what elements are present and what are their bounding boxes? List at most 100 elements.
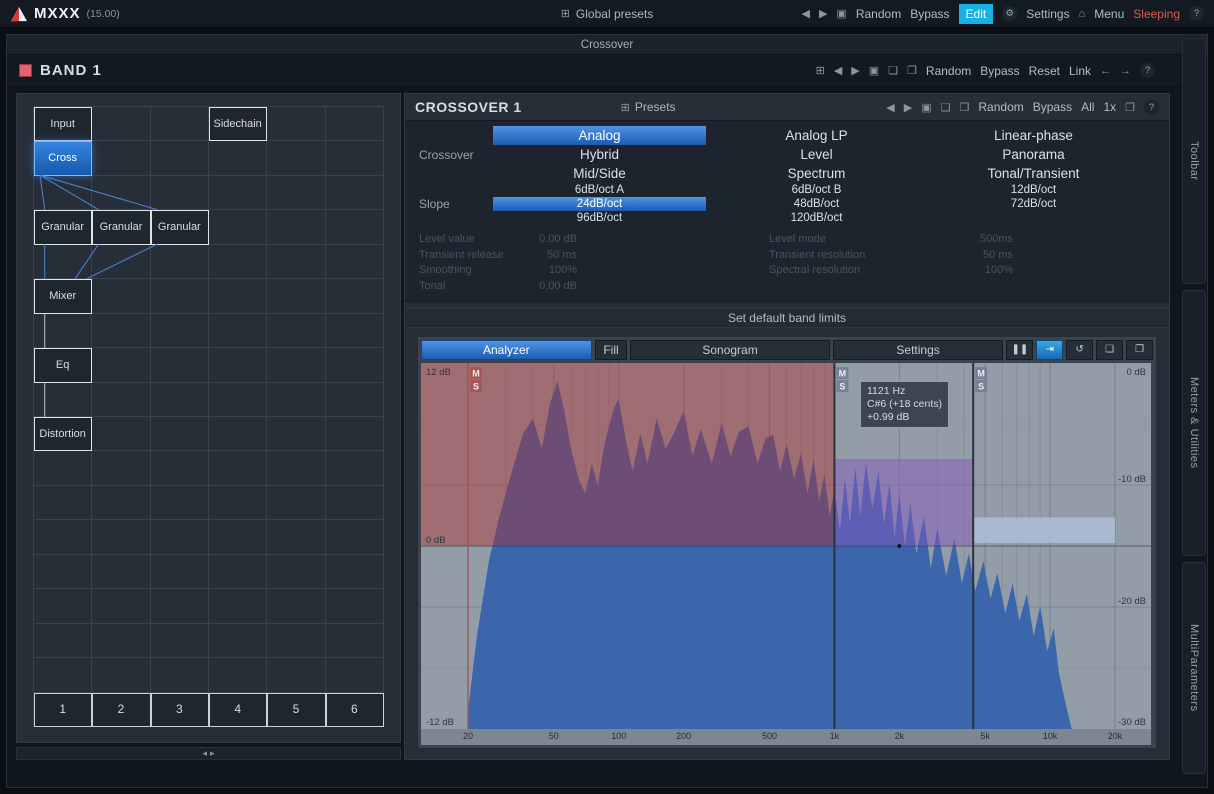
collapse-icon[interactable]: ⇥ xyxy=(1036,340,1063,360)
grid-cell[interactable] xyxy=(326,520,384,554)
grid-cell[interactable] xyxy=(267,210,325,244)
grid-cell[interactable] xyxy=(209,658,267,692)
grid-cell[interactable] xyxy=(151,279,209,313)
grid-cell[interactable] xyxy=(92,451,150,485)
grid-cell[interactable] xyxy=(92,348,150,382)
analyzer-canvas[interactable]: MSMSMS12 dB0 dB-12 dB0 dB-10 dB-20 dB-30… xyxy=(421,363,1151,729)
grid-cell[interactable] xyxy=(326,348,384,382)
grid-cell[interactable] xyxy=(34,451,92,485)
module-granular[interactable]: Granular xyxy=(92,210,150,244)
grid-cell[interactable] xyxy=(151,314,209,348)
grid-cell[interactable] xyxy=(151,555,209,589)
grid-cell[interactable] xyxy=(151,624,209,658)
grid-cell[interactable] xyxy=(34,314,92,348)
grid-cell[interactable] xyxy=(151,451,209,485)
grid-cell[interactable] xyxy=(34,486,92,520)
grid-cell[interactable] xyxy=(34,383,92,417)
random-button[interactable]: Random xyxy=(856,7,901,21)
module-granular[interactable]: Granular xyxy=(34,210,92,244)
option-120db-oct[interactable]: 120dB/oct xyxy=(710,211,923,225)
xo-random-button[interactable]: Random xyxy=(978,100,1023,114)
settings-button[interactable]: Settings xyxy=(1026,7,1069,21)
module-grid-scrollbar[interactable]: ◂ ▸ xyxy=(16,747,401,760)
tab-sonogram[interactable]: Sonogram xyxy=(630,340,829,360)
tab-analyzer[interactable]: Analyzer xyxy=(421,340,592,360)
snapshot-icon[interactable]: ▣ xyxy=(921,101,931,114)
grid-cell[interactable] xyxy=(151,107,209,141)
grid-cell[interactable] xyxy=(209,279,267,313)
xo-bypass-button[interactable]: Bypass xyxy=(1033,100,1072,114)
option-panorama[interactable]: Panorama xyxy=(927,145,1140,164)
grid-cell[interactable] xyxy=(92,141,150,175)
edit-button[interactable]: Edit xyxy=(959,4,994,24)
grid-cell[interactable] xyxy=(151,486,209,520)
copy-icon[interactable]: ❐ xyxy=(1126,340,1153,360)
grid-cell[interactable] xyxy=(151,383,209,417)
save-icon[interactable]: ❏ xyxy=(1096,340,1123,360)
grid-cell[interactable] xyxy=(151,141,209,175)
band-reset-button[interactable]: Reset xyxy=(1029,64,1060,78)
option-96db-oct[interactable]: 96dB/oct xyxy=(493,211,706,225)
sleeping-indicator[interactable]: Sleeping xyxy=(1133,7,1180,21)
grid-cell[interactable] xyxy=(326,210,384,244)
grid-cell[interactable] xyxy=(209,555,267,589)
grid-cell[interactable] xyxy=(151,520,209,554)
option-48db-oct[interactable]: 48dB/oct xyxy=(710,197,923,211)
grid-cell[interactable] xyxy=(209,245,267,279)
grid-cell[interactable] xyxy=(326,176,384,210)
option-level[interactable]: Level xyxy=(710,145,923,164)
help-icon[interactable]: ? xyxy=(1144,100,1159,115)
module-input[interactable]: Input xyxy=(34,107,92,141)
option-6db-oct-a[interactable]: 6dB/oct A xyxy=(493,183,706,197)
module-mixer[interactable]: Mixer xyxy=(34,279,92,313)
option-72db-oct[interactable]: 72dB/oct xyxy=(927,197,1140,211)
crossover-strip[interactable]: Crossover xyxy=(7,35,1207,55)
grid-cell[interactable] xyxy=(209,589,267,623)
grid-cell[interactable] xyxy=(267,520,325,554)
gear-icon[interactable]: ⚙ xyxy=(1002,6,1017,21)
grid-cell[interactable] xyxy=(34,624,92,658)
tab-fill[interactable]: Fill xyxy=(595,340,628,360)
grid-cell[interactable] xyxy=(151,348,209,382)
sidebar-tab-multiparameters[interactable]: MultiParameters xyxy=(1182,562,1206,774)
module-distortion[interactable]: Distortion xyxy=(34,417,92,451)
grid-cell[interactable] xyxy=(267,589,325,623)
grid-cell[interactable] xyxy=(92,279,150,313)
grid-cell[interactable] xyxy=(326,314,384,348)
slot-6[interactable]: 6 xyxy=(326,693,384,727)
grid-cell[interactable] xyxy=(326,624,384,658)
grid-cell[interactable] xyxy=(209,176,267,210)
grid-cell[interactable] xyxy=(326,555,384,589)
grid-cell[interactable] xyxy=(326,383,384,417)
sidebar-tab-meters-utilities[interactable]: Meters & Utilities xyxy=(1182,290,1206,556)
presets-button[interactable]: ⊞ Presets xyxy=(621,100,676,114)
grid-cell[interactable] xyxy=(326,417,384,451)
grid-cell[interactable] xyxy=(267,486,325,520)
grid-cell[interactable] xyxy=(34,555,92,589)
grid-cell[interactable] xyxy=(209,383,267,417)
grid-cell[interactable] xyxy=(34,176,92,210)
grid-cell[interactable] xyxy=(92,555,150,589)
save-icon[interactable]: ❏ xyxy=(941,101,951,114)
grid-cell[interactable] xyxy=(267,245,325,279)
grid-cell[interactable] xyxy=(34,658,92,692)
grid-cell[interactable] xyxy=(267,314,325,348)
band-link-button[interactable]: Link xyxy=(1069,64,1091,78)
set-default-band-limits-button[interactable]: Set default band limits xyxy=(405,308,1169,328)
grid-cell[interactable] xyxy=(209,417,267,451)
grid-cell[interactable] xyxy=(209,314,267,348)
grid-cell[interactable] xyxy=(92,658,150,692)
grid-cell[interactable] xyxy=(326,589,384,623)
grid-cell[interactable] xyxy=(151,417,209,451)
menu-button[interactable]: Menu xyxy=(1094,7,1124,21)
grid-cell[interactable] xyxy=(267,451,325,485)
sidebar-tab-toolbar[interactable]: Toolbar xyxy=(1182,38,1206,284)
bypass-button[interactable]: Bypass xyxy=(910,7,949,21)
grid-cell[interactable] xyxy=(267,141,325,175)
tab-settings[interactable]: Settings xyxy=(833,340,1004,360)
grid-cell[interactable] xyxy=(267,107,325,141)
slot-1[interactable]: 1 xyxy=(34,693,92,727)
grid-cell[interactable] xyxy=(267,279,325,313)
grid-cell[interactable] xyxy=(209,348,267,382)
slot-3[interactable]: 3 xyxy=(151,693,209,727)
